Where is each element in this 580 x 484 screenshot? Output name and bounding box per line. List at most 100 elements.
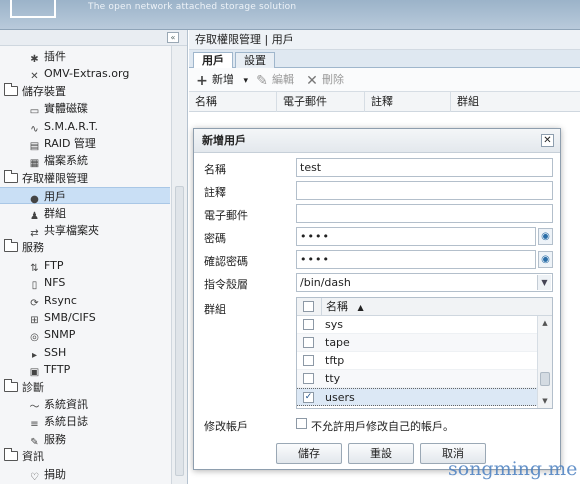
scroll-up-icon[interactable]: ▲ [540,318,550,328]
sidebar-item[interactable]: ♟ 群組 [28,205,66,222]
groups-grid: 名稱 ▲ sys tape tftp tty ✓ users ▲ ▼ [296,297,553,409]
sidebar-item[interactable]: ◎ SNMP [28,326,75,343]
shell-select[interactable]: /bin/dash ▼ [296,273,553,292]
show-confirm-password-icon[interactable]: ◉ [538,251,553,268]
column-groups[interactable]: 群組 [451,92,580,112]
sidebar-item[interactable]: ✎ 服務 [28,431,66,448]
sidebar-scrollbar[interactable] [171,46,187,484]
group-name: sys [325,318,343,331]
group-row[interactable]: tftp [297,352,538,370]
sidebar-item[interactable]: ⊞ SMB/CIFS [28,309,96,326]
group-checkbox[interactable] [303,319,314,330]
sidebar-item[interactable]: ✱ 插件 [28,48,66,65]
close-icon[interactable]: ✕ [541,134,554,147]
sidebar-item-label: 插件 [44,50,66,63]
group-checkbox[interactable] [303,355,314,366]
scrollbar-thumb[interactable] [175,186,184,476]
shell-row: 指令殼層 /bin/dash ▼ [194,273,562,293]
group-icon: ♟ [30,210,39,222]
group-checkbox[interactable] [303,373,314,384]
sidebar-item-label: S.M.A.R.T. [44,119,98,133]
confirm-password-label: 確認密碼 [204,255,248,268]
disallow-modify-text: 不允許用戶修改自己的帳戶。 [311,420,454,433]
sidebar-item-label: 群組 [44,206,66,220]
column-email[interactable]: 電子郵件 [277,92,365,112]
rsync-icon: ⟳ [30,297,39,309]
reset-button[interactable]: 重設 [348,443,414,464]
sidebar-item[interactable]: ● 用戶 [0,187,170,205]
tftp-icon: ▣ [29,367,40,379]
comment-field[interactable] [296,181,553,200]
sidebar-item[interactable]: ✕ OMV-Extras.org [28,65,129,82]
pulse-icon: ∿ [30,123,39,135]
sidebar-item-label: Rsync [44,293,77,307]
email-field[interactable] [296,204,553,223]
sidebar-item[interactable]: ▭ 實體磁碟 [28,100,88,117]
group-row[interactable]: tty [297,370,538,388]
terminal-icon: ▸ [31,349,38,361]
password-field[interactable]: •••• [296,227,536,246]
groups-scroll-thumb[interactable] [540,372,550,386]
sidebar-item-label: 服務 [22,241,44,255]
group-checkbox[interactable] [303,337,314,348]
password-label: 密碼 [204,232,226,245]
group-row[interactable]: tape [297,334,538,352]
sidebar-category[interactable]: 診斷 [4,378,44,396]
sidebar-item-label: NFS [44,276,66,290]
delete-button[interactable]: ✕ 刪除 [305,72,344,88]
sidebar-item[interactable]: ⇄ 共享檔案夾 [28,222,99,239]
tools-icon: ✕ [30,71,39,83]
sidebar-item[interactable]: ▯ NFS [28,274,66,292]
sidebar-item[interactable]: ≡ 系統日誌 [28,413,88,430]
collapse-icon[interactable]: « [167,32,179,43]
sort-asc-icon: ▲ [357,303,364,312]
tab-users[interactable]: 用戶 [193,52,233,69]
group-row[interactable]: ✓ users [297,388,538,406]
sidebar-item[interactable]: ⟳ Rsync [28,292,77,309]
shell-value: /bin/dash [300,276,351,289]
groups-scrollbar[interactable]: ▲ ▼ [537,316,552,408]
disallow-modify-checkbox[interactable] [296,418,307,429]
sidebar-item[interactable]: ⇅ FTP [28,257,63,274]
chevron-down-icon[interactable]: ▼ [537,275,551,290]
sidebar-item[interactable]: ▸ SSH [28,344,66,361]
dropdown-icon[interactable]: ▾ [244,76,249,86]
groups-label: 群組 [204,303,226,316]
confirm-password-field[interactable]: •••• [296,250,536,269]
name-field[interactable]: test [296,158,553,177]
column-name[interactable]: 名稱 [189,92,277,112]
sidebar-item[interactable]: ♡ 捐助 [28,466,66,483]
sidebar-category[interactable]: 存取權限管理 [4,169,88,187]
comment-row: 註釋 [194,181,562,201]
sidebar-category[interactable]: 資訊 [4,448,44,465]
save-button[interactable]: 儲存 [276,443,342,464]
nfs-icon: ▯ [31,280,38,292]
scroll-down-icon[interactable]: ▼ [540,396,550,406]
sidebar-item[interactable]: ▦ 檔案系統 [28,152,88,169]
group-checkbox[interactable]: ✓ [303,392,314,403]
groups-column-name[interactable]: 名稱 ▲ [321,298,421,316]
sidebar-category[interactable]: 服務 [4,239,44,256]
group-row[interactable]: sys [297,316,538,334]
add-button[interactable]: + 新增 ▾ [195,72,248,88]
edit-label: 編輯 [272,73,294,86]
edit-button[interactable]: ✎ 編輯 [255,72,294,88]
sidebar-item-label: SMB/CIFS [44,311,96,324]
folder-icon [4,239,18,253]
toolbar: + 新增 ▾ ✎ 編輯 ✕ 刪除 [189,68,580,92]
show-password-icon[interactable]: ◉ [538,228,553,245]
sidebar-item-label: SSH [44,345,67,359]
confirm-password-row: 確認密碼 •••• ◉ [194,250,562,270]
sidebar-item[interactable]: ▣ TFTP [28,361,70,378]
tab-settings[interactable]: 設置 [235,52,275,68]
sidebar-category[interactable]: 儲存裝置 [4,82,66,100]
sidebar-item-label: 共享檔案夾 [44,224,99,237]
sidebar-item[interactable]: ▤ RAID 管理 [28,135,96,152]
sidebar-item[interactable]: ∿ S.M.A.R.T. [28,118,98,135]
sidebar-item-label: 實體磁碟 [44,102,88,116]
column-comment[interactable]: 註釋 [365,92,451,112]
select-all-checkbox[interactable] [303,301,314,312]
sidebar-item[interactable]: 〜系統資訊 [28,396,89,413]
folder-icon [4,169,18,183]
sidebar-item-label: 資訊 [22,450,44,464]
